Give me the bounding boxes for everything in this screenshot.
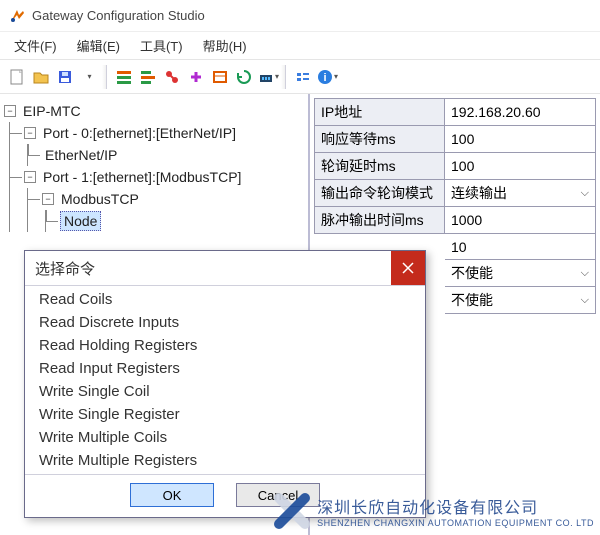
watermark-en: SHENZHEN CHANGXIN AUTOMATION EQUIPMENT C… xyxy=(317,518,594,528)
settings-button[interactable] xyxy=(292,66,314,88)
command-list-item[interactable]: Write Multiple Coils xyxy=(25,426,425,449)
tool-5-button[interactable] xyxy=(209,66,231,88)
property-label: 轮询延时ms xyxy=(315,153,445,180)
svg-text:i: i xyxy=(323,72,326,84)
tree-label: Port - 1:[ethernet]:[ModbusTCP] xyxy=(40,168,244,186)
tool-2-button[interactable] xyxy=(137,66,159,88)
property-value-cell[interactable]: 192.168.20.60 xyxy=(445,99,596,126)
tree-label: EtherNet/IP xyxy=(42,146,120,164)
close-icon xyxy=(402,262,414,274)
command-list-item[interactable]: Write Single Register xyxy=(25,403,425,426)
tool-7-dropdown-button[interactable] xyxy=(257,66,279,88)
tool-1-button[interactable] xyxy=(113,66,135,88)
dialog-body: Read CoilsRead Discrete InputsRead Holdi… xyxy=(25,285,425,517)
property-value: 不使能 xyxy=(451,263,493,283)
property-row: 轮询延时ms 100 xyxy=(315,153,596,180)
chevron-down-icon[interactable]: ⌵ xyxy=(581,187,589,200)
app-icon xyxy=(8,7,26,25)
save-button[interactable] xyxy=(54,66,76,88)
property-value-cell[interactable]: 1000 xyxy=(445,207,596,234)
property-row: IP地址 192.168.20.60 xyxy=(315,99,596,126)
property-value: 100 xyxy=(451,158,474,174)
toolbar-separator xyxy=(285,65,286,89)
collapse-icon[interactable]: − xyxy=(42,193,54,205)
property-label: IP地址 xyxy=(315,99,445,126)
property-value: 192.168.20.60 xyxy=(451,104,541,120)
command-list-item[interactable]: Read Discrete Inputs xyxy=(25,311,425,334)
menu-file[interactable]: 文件(F) xyxy=(4,32,67,59)
chevron-down-icon[interactable]: ⌵ xyxy=(581,294,589,307)
property-value-cell[interactable]: 100 xyxy=(445,126,596,153)
tree-port1[interactable]: − Port - 1:[ethernet]:[ModbusTCP] xyxy=(10,166,304,188)
tree-label: EIP-MTC xyxy=(20,102,84,120)
menu-tool[interactable]: 工具(T) xyxy=(130,32,193,59)
command-list-item[interactable]: Read Input Registers xyxy=(25,357,425,380)
command-list-item[interactable]: Read Coils xyxy=(25,288,425,311)
tree-port0-child[interactable]: EtherNet/IP xyxy=(28,144,304,166)
property-value: 连续输出 xyxy=(451,183,507,203)
dialog-titlebar: 选择命令 xyxy=(25,251,425,285)
command-list: Read CoilsRead Discrete InputsRead Holdi… xyxy=(25,286,425,474)
command-list-item[interactable]: Write Single Coil xyxy=(25,380,425,403)
toolbar-separator xyxy=(106,65,107,89)
watermark: 深圳长欣自动化设备有限公司 SHENZHEN CHANGXIN AUTOMATI… xyxy=(273,492,594,530)
property-value: 10 xyxy=(451,239,467,255)
dialog-title: 选择命令 xyxy=(35,258,95,279)
tree-label: ModbusTCP xyxy=(58,190,142,208)
titlebar: Gateway Configuration Studio xyxy=(0,0,600,32)
ok-button[interactable]: OK xyxy=(130,483,214,507)
chevron-down-icon[interactable]: ⌵ xyxy=(581,267,589,280)
menu-help[interactable]: 帮助(H) xyxy=(193,32,257,59)
open-button[interactable] xyxy=(30,66,52,88)
collapse-icon[interactable]: − xyxy=(24,127,36,139)
property-value: 1000 xyxy=(451,212,482,228)
command-list-item[interactable]: Read Holding Registers xyxy=(25,334,425,357)
tool-4-button[interactable] xyxy=(185,66,207,88)
window-title: Gateway Configuration Studio xyxy=(32,8,205,23)
save-dropdown-button[interactable] xyxy=(78,66,100,88)
new-button[interactable] xyxy=(6,66,28,88)
property-value: 不使能 xyxy=(451,290,493,310)
watermark-logo-icon xyxy=(273,492,311,530)
collapse-icon[interactable]: − xyxy=(4,105,16,117)
tree-node[interactable]: Node xyxy=(46,210,304,232)
property-value-cell[interactable]: 不使能 ⌵ xyxy=(445,287,596,314)
property-value-cell[interactable]: 100 xyxy=(445,153,596,180)
property-value-cell[interactable]: 10 xyxy=(445,234,596,260)
watermark-cn: 深圳长欣自动化设备有限公司 xyxy=(317,494,594,518)
tool-3-button[interactable] xyxy=(161,66,183,88)
property-label: 脉冲输出时间ms xyxy=(315,207,445,234)
dialog-close-button[interactable] xyxy=(391,251,425,285)
menu-edit[interactable]: 编辑(E) xyxy=(67,32,130,59)
property-label: 响应等待ms xyxy=(315,126,445,153)
info-dropdown-button[interactable]: i xyxy=(316,66,338,88)
command-list-item[interactable]: Write Multiple Registers xyxy=(25,449,425,472)
tree-label: Port - 0:[ethernet]:[EtherNet/IP] xyxy=(40,124,239,142)
property-row: 响应等待ms 100 xyxy=(315,126,596,153)
toolbar: i xyxy=(0,60,600,94)
collapse-icon[interactable]: − xyxy=(24,171,36,183)
property-row: 输出命令轮询模式连续输出 ⌵ xyxy=(315,180,596,207)
tool-6-button[interactable] xyxy=(233,66,255,88)
menubar: 文件(F) 编辑(E) 工具(T) 帮助(H) xyxy=(0,32,600,60)
property-value: 100 xyxy=(451,131,474,147)
tree-port0[interactable]: − Port - 0:[ethernet]:[EtherNet/IP] xyxy=(10,122,304,144)
tree-port1-child[interactable]: − ModbusTCP xyxy=(28,188,304,210)
property-value-cell[interactable]: 连续输出 ⌵ xyxy=(445,180,596,207)
select-command-dialog: 选择命令 Read CoilsRead Discrete InputsRead … xyxy=(24,250,426,518)
property-label: 输出命令轮询模式 xyxy=(315,180,445,207)
property-value-cell[interactable]: 不使能 ⌵ xyxy=(445,260,596,287)
property-row: 脉冲输出时间ms 1000 xyxy=(315,207,596,234)
tree-root[interactable]: − EIP-MTC xyxy=(4,100,304,122)
tree-label-selected: Node xyxy=(60,211,101,231)
